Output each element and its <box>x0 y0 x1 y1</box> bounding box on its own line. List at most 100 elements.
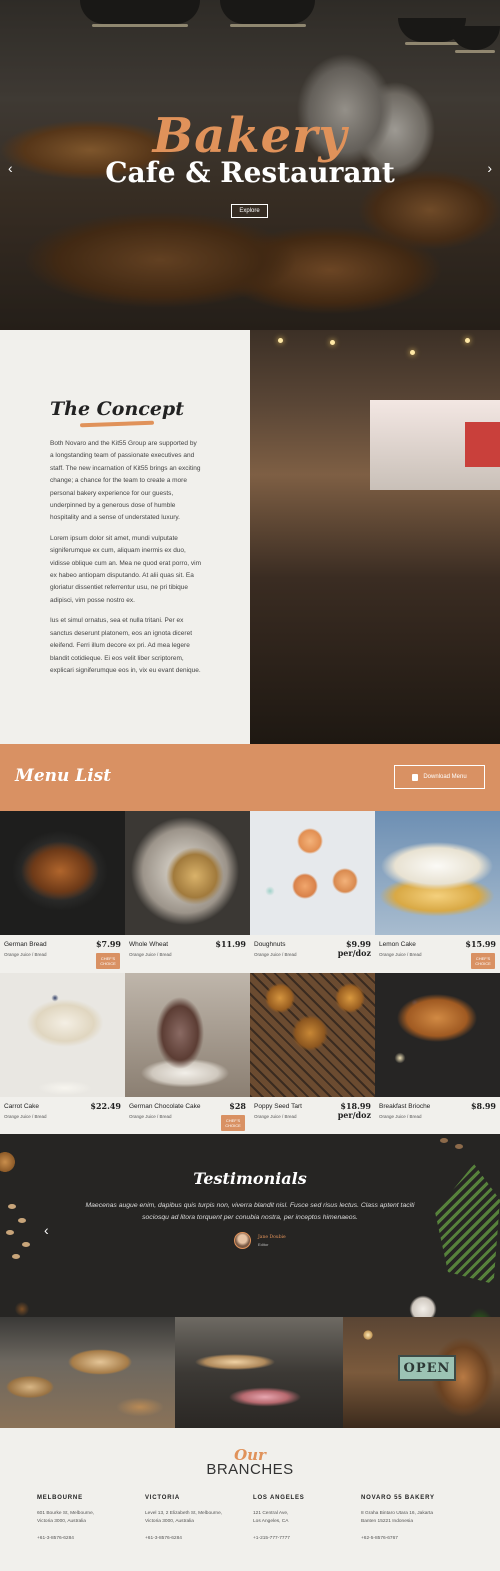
whole-wheat-photo <box>125 811 250 935</box>
price-value: $22.49 <box>90 1101 121 1111</box>
address-line: Victoria 3000, Australia <box>37 1519 86 1524</box>
branch-phone: +61-3-8576-6284 <box>145 1536 182 1541</box>
almond <box>455 1144 463 1149</box>
red-panel <box>465 422 500 467</box>
branch-column: LOS ANGELES 121 Central Ave, Los Angeles,… <box>253 1495 358 1541</box>
gallery-photo-pastry-display <box>175 1317 343 1428</box>
string-light <box>278 338 283 343</box>
branch-phone: +61-3-8576-6284 <box>37 1536 74 1541</box>
menu-item[interactable]: Poppy Seed Tart Orange Juice / Bread $18… <box>250 973 375 1135</box>
branch-column: NOVARO 55 BAKERY 8 Graha Bintaro Utara 1… <box>361 1495 481 1541</box>
price-value: $11.99 <box>215 939 246 949</box>
brioche-photo <box>375 973 500 1097</box>
chefs-choice-badge: CHEF'S CHOICE <box>221 1115 245 1131</box>
item-subtitle: Orange Juice / Bread <box>379 952 422 957</box>
almond <box>440 1138 448 1143</box>
book-icon <box>412 773 419 781</box>
doughnuts-photo <box>250 811 375 935</box>
address-line: 601 Bourke St, Melbourne, <box>37 1511 95 1516</box>
almond <box>22 1242 30 1247</box>
item-subtitle: Orange Juice / Bread <box>129 1114 172 1119</box>
item-subtitle: Orange Juice / Bread <box>4 1114 47 1119</box>
menu-item[interactable]: German Bread Orange Juice / Bread $7.99 … <box>0 811 125 973</box>
item-name: Whole Wheat <box>129 941 169 948</box>
price-value: $28 <box>229 1101 246 1111</box>
menu-item[interactable]: Doughnuts Orange Juice / Bread $9.99 per/… <box>250 811 375 973</box>
price-unit: per/doz <box>337 948 371 958</box>
price-value: $8.99 <box>470 1101 496 1111</box>
chevron-right-icon[interactable]: › <box>487 160 492 176</box>
almond <box>8 1204 16 1209</box>
item-price: $15.99 <box>465 940 496 949</box>
menu-item[interactable]: German Chocolate Cake Orange Juice / Bre… <box>125 973 250 1135</box>
chocolate-cake-photo <box>125 973 250 1097</box>
hero-section: Bakery Cafe & Restaurant Explore ‹ › <box>0 0 500 330</box>
menu-item[interactable]: Breakfast Brioche Orange Juice / Bread $… <box>375 973 500 1135</box>
concept-body: Both Novaro and the Kit55 Group are supp… <box>50 438 202 685</box>
item-name: Doughnuts <box>254 941 286 948</box>
item-subtitle: Orange Juice / Bread <box>254 952 297 957</box>
branch-city: LOS ANGELES <box>253 1495 305 1501</box>
download-menu-button[interactable]: Download Menu <box>394 765 485 789</box>
menu-header: Menu List Download Menu <box>0 744 500 811</box>
branches-section: Our BRANCHES MELBOURNE 601 Bourke St, Me… <box>0 1428 500 1571</box>
concept-section: The Concept Both Novaro and the Kit55 Gr… <box>0 330 250 744</box>
address-line: Los Angeles, CA <box>253 1519 289 1524</box>
author-name: Jane Doubie <box>258 1234 286 1240</box>
menu-item[interactable]: Whole Wheat Orange Juice / Bread $11.99 <box>125 811 250 973</box>
branch-address: 8 Graha Bintaro Utara 16, Jakarta Banten … <box>361 1510 481 1526</box>
branch-phone: +62-5-8576-6767 <box>361 1536 398 1541</box>
item-price: $9.99 per/doz <box>338 940 371 958</box>
item-name: German Bread <box>4 941 47 948</box>
concept-paragraph: Lorem ipsum dolor sit amet, mundi vulput… <box>50 534 202 604</box>
concept-title: The Concept <box>50 398 184 420</box>
item-subtitle: Orange Juice / Bread <box>379 1114 422 1119</box>
price-unit: per/doz <box>337 1110 371 1120</box>
concept-paragraph: Ius et simul ornatus, sea et nulla trita… <box>50 617 201 674</box>
branch-city: VICTORIA <box>145 1495 180 1501</box>
item-price: $18.99 per/doz <box>338 1102 371 1120</box>
almond <box>18 1218 26 1223</box>
open-sign: OPEN <box>398 1355 456 1381</box>
item-name: Lemon Cake <box>379 941 416 948</box>
testimonial-author: Jane Doubie Editor <box>234 1232 286 1249</box>
german-bread-photo <box>0 811 125 935</box>
address-line: Level 13, 2 Elizabeth St, Melbourne, <box>145 1511 223 1516</box>
concept-photo <box>250 330 500 744</box>
item-subtitle: Orange Juice / Bread <box>254 1114 297 1119</box>
address-line: Victoria 3000, Australia <box>145 1519 194 1524</box>
menu-item[interactable]: Lemon Cake Orange Juice / Bread $15.99 C… <box>375 811 500 973</box>
item-name: Carrot Cake <box>4 1103 40 1110</box>
gallery-photo-open-sign: OPEN <box>343 1317 500 1428</box>
address-line: Banten 15221 Indonesia <box>361 1519 414 1524</box>
item-name: Poppy Seed Tart <box>254 1103 302 1110</box>
branch-city: MELBOURNE <box>37 1495 83 1501</box>
menu-title: Menu List <box>15 766 112 786</box>
branch-phone: +1-215-777-7777 <box>253 1536 290 1541</box>
lemon-cake-photo <box>375 811 500 935</box>
branch-address: 121 Central Ave, Los Angeles, CA <box>253 1510 358 1526</box>
item-price: $11.99 <box>215 940 246 949</box>
explore-button[interactable]: Explore <box>231 204 268 218</box>
almond <box>6 1230 14 1235</box>
item-name: German Chocolate Cake <box>129 1103 201 1110</box>
hero-subtitle: Cafe & Restaurant <box>105 156 395 189</box>
price-value: $7.99 <box>95 939 121 949</box>
branch-address: Level 13, 2 Elizabeth St, Melbourne, Vict… <box>145 1510 250 1526</box>
string-light <box>465 338 470 343</box>
testimonials-title: Testimonials <box>193 1169 307 1188</box>
testimonials-section: ‹ Testimonials Maecenas augue enim, dapi… <box>0 1134 500 1317</box>
price-value: $15.99 <box>465 939 496 949</box>
item-price: $7.99 <box>96 940 121 949</box>
chevron-left-icon[interactable]: ‹ <box>8 160 13 176</box>
address-line: 121 Central Ave, <box>253 1511 289 1516</box>
menu-item[interactable]: Carrot Cake Orange Juice / Bread $22.49 <box>0 973 125 1135</box>
chevron-left-icon[interactable]: ‹ <box>44 1222 49 1238</box>
item-price: $8.99 <box>471 1102 496 1111</box>
address-line: 8 Graha Bintaro Utara 16, Jakarta <box>361 1511 433 1516</box>
poppy-seed-tart-photo <box>250 973 375 1097</box>
chefs-choice-badge: CHEF'S CHOICE <box>96 953 120 969</box>
item-price: $28 <box>229 1102 246 1111</box>
page: Bakery Cafe & Restaurant Explore ‹ › The… <box>0 0 500 1571</box>
concept-paragraph: Both Novaro and the Kit55 Group are supp… <box>50 440 201 522</box>
